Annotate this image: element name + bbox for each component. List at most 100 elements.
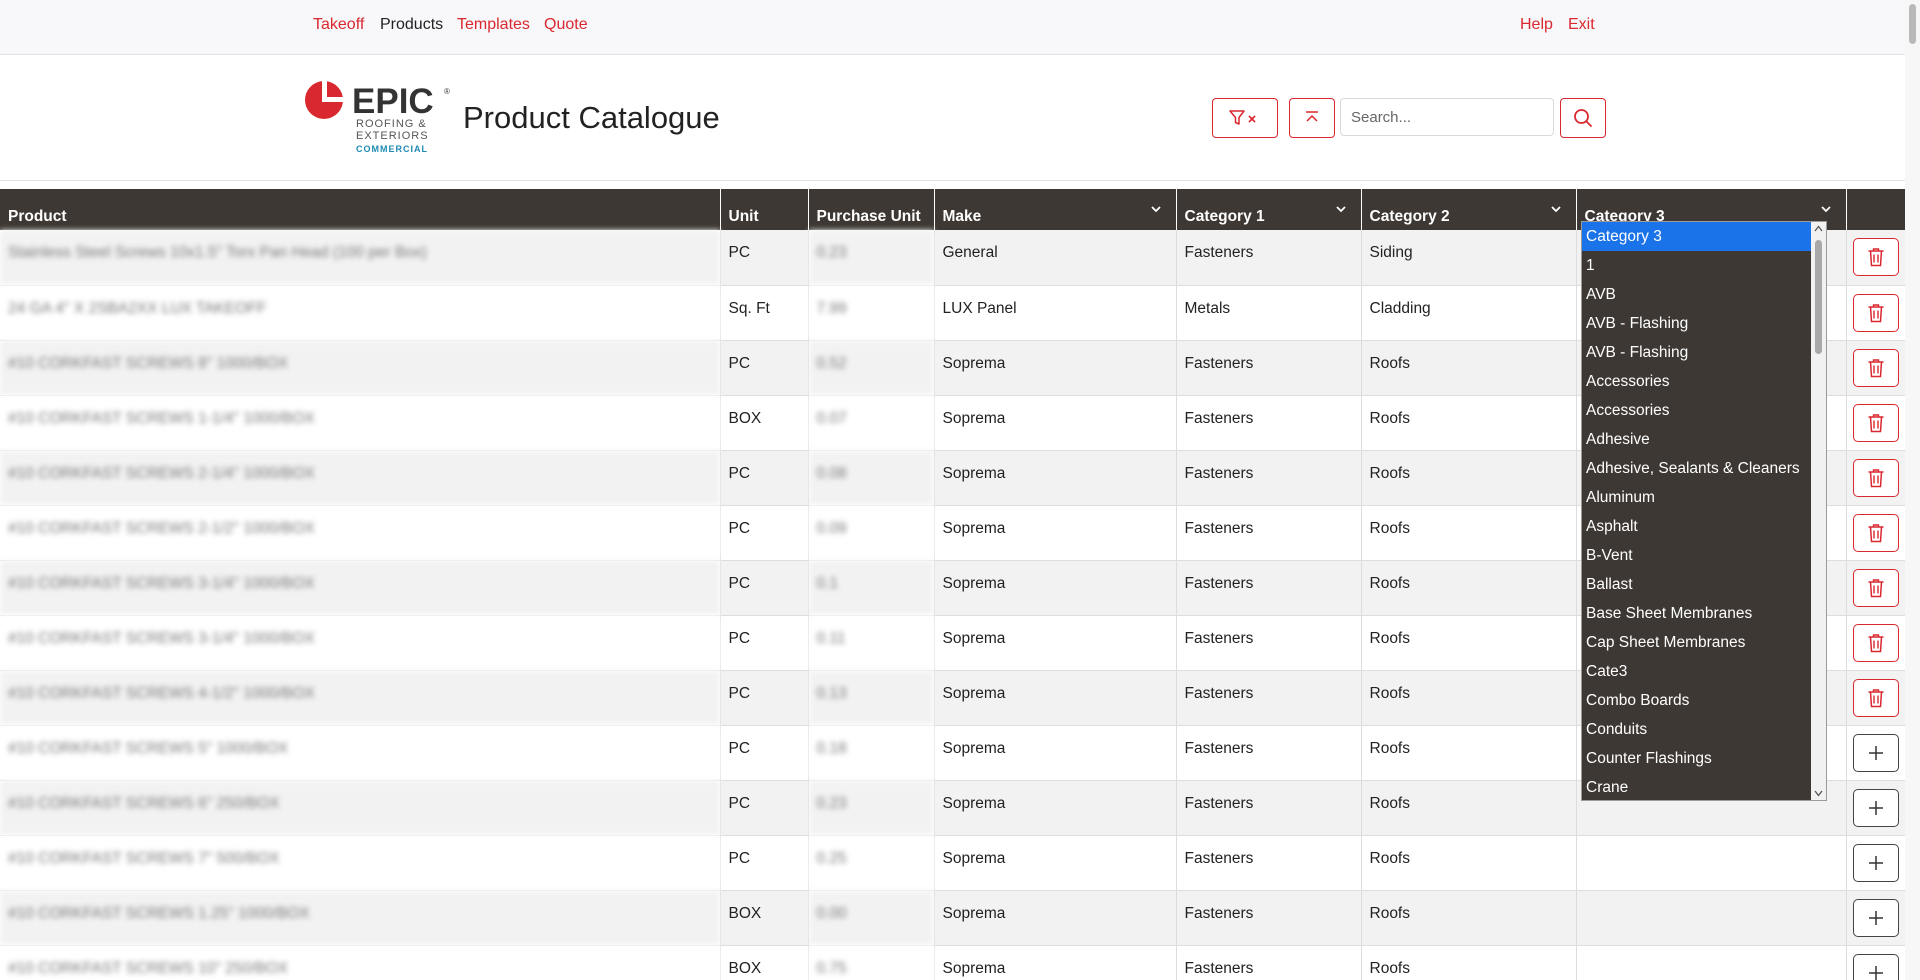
- make-filter-select[interactable]: Make: [934, 189, 1177, 230]
- product-cell: #10 CORKFAST SCREWS 2-1/4" 1000/BOX: [0, 450, 721, 506]
- page-scrollbar[interactable]: [1905, 0, 1920, 980]
- plus-icon: [1868, 800, 1883, 815]
- category3-cell: [1576, 945, 1847, 980]
- nav-takeoff[interactable]: Takeoff: [313, 16, 364, 34]
- product-cell: #10 CORKFAST SCREWS 1-1/4" 1000/BOX: [0, 395, 721, 451]
- category2-cell: Roofs: [1361, 450, 1577, 506]
- make-cell: Soprema: [934, 340, 1177, 396]
- col-header-product[interactable]: Product: [0, 189, 721, 230]
- col-header-unit[interactable]: Unit: [720, 189, 809, 230]
- add-row-button[interactable]: [1852, 843, 1899, 882]
- col-header-actions: [1846, 189, 1906, 230]
- page-scroll-thumb[interactable]: [1909, 4, 1916, 44]
- delete-row-button[interactable]: [1852, 403, 1899, 442]
- delete-row-button[interactable]: [1852, 458, 1899, 497]
- category1-cell: Fasteners: [1176, 615, 1362, 671]
- delete-row-button[interactable]: [1852, 238, 1899, 276]
- unit-cell: PC: [720, 340, 809, 396]
- scroll-down-arrow-icon[interactable]: [1814, 790, 1823, 797]
- dropdown-option[interactable]: Accessories: [1582, 367, 1811, 396]
- dropdown-option[interactable]: Adhesive, Sealants & Cleaners: [1582, 454, 1811, 483]
- add-row-button[interactable]: [1852, 788, 1899, 827]
- nav-help[interactable]: Help: [1520, 16, 1553, 34]
- clear-filter-button[interactable]: [1212, 98, 1278, 138]
- logo-line2: EXTERIORS: [356, 130, 429, 142]
- dropdown-scrollbar[interactable]: [1811, 222, 1826, 800]
- chevron-down-icon: [1550, 206, 1561, 213]
- unit-cell: PC: [720, 780, 809, 836]
- dropdown-options: Category 3 1 AVB AVB - Flashing AVB - Flashi…: [1582, 222, 1826, 800]
- add-row-button[interactable]: [1852, 898, 1899, 937]
- col-header-purchase-unit[interactable]: Purchase Unit: [808, 189, 935, 230]
- dropdown-scroll-thumb[interactable]: [1815, 240, 1822, 354]
- category2-cell: Roofs: [1361, 670, 1577, 726]
- dropdown-option[interactable]: Aluminum: [1582, 483, 1811, 512]
- dropdown-option[interactable]: AVB - Flashing: [1582, 338, 1811, 367]
- product-cell: #10 CORKFAST SCREWS 3-1/4" 1000/BOX: [0, 560, 721, 616]
- category2-cell: Roofs: [1361, 835, 1577, 891]
- category1-cell: Fasteners: [1176, 395, 1362, 451]
- make-cell: Soprema: [934, 615, 1177, 671]
- category3-dropdown-list[interactable]: Category 3 1 AVB AVB - Flashing AVB - Flashi…: [1581, 221, 1827, 801]
- dropdown-option[interactable]: Accessories: [1582, 396, 1811, 425]
- dropdown-option[interactable]: AVB: [1582, 280, 1811, 309]
- table-row[interactable]: #10 CORKFAST SCREWS 1.25" 1000/BOX BOX 0.0…: [0, 890, 1906, 946]
- dropdown-option[interactable]: AVB - Flashing: [1582, 309, 1811, 338]
- table-row[interactable]: #10 CORKFAST SCREWS 10" 250/BOX BOX 0.75 So…: [0, 945, 1906, 980]
- logo-word: EPIC: [352, 82, 434, 121]
- delete-row-button[interactable]: [1852, 293, 1899, 332]
- category1-cell: Metals: [1176, 285, 1362, 341]
- make-cell: Soprema: [934, 395, 1177, 451]
- dropdown-option[interactable]: Conduits: [1582, 715, 1811, 744]
- product-cell: 24 GA 4" X 2SBA2XX LUX TAKEOFF: [0, 285, 721, 341]
- unit-cell: PC: [720, 670, 809, 726]
- dropdown-option[interactable]: Crane: [1582, 773, 1811, 800]
- delete-row-button[interactable]: [1852, 348, 1899, 387]
- row-action-cell: [1846, 560, 1906, 616]
- dropdown-option[interactable]: Asphalt: [1582, 512, 1811, 541]
- dropdown-option[interactable]: Counter Flashings: [1582, 744, 1811, 773]
- product-cell: #10 CORKFAST SCREWS 5" 1000/BOX: [0, 725, 721, 781]
- category1-filter-select[interactable]: Category 1: [1176, 189, 1362, 230]
- delete-row-button[interactable]: [1852, 678, 1899, 717]
- dropdown-option[interactable]: Ballast: [1582, 570, 1811, 599]
- category1-cell: Fasteners: [1176, 780, 1362, 836]
- scroll-up-arrow-icon[interactable]: [1814, 225, 1823, 232]
- dropdown-option[interactable]: Adhesive: [1582, 425, 1811, 454]
- search-input[interactable]: [1340, 98, 1554, 136]
- scroll-top-button[interactable]: [1289, 98, 1335, 138]
- category2-cell: Roofs: [1361, 945, 1577, 980]
- nav-exit[interactable]: Exit: [1568, 16, 1595, 34]
- purchase-unit-cell: 0.52: [808, 340, 935, 396]
- nav-templates[interactable]: Templates: [457, 16, 530, 34]
- unit-cell: PC: [720, 725, 809, 781]
- category1-cell: Fasteners: [1176, 450, 1362, 506]
- logo-line1: ROOFING &: [356, 118, 427, 130]
- logo-line3: COMMERCIAL: [356, 144, 428, 154]
- delete-row-button[interactable]: [1852, 513, 1899, 552]
- table-row[interactable]: #10 CORKFAST SCREWS 7" 500/BOX PC 0.25 Sopr…: [0, 835, 1906, 891]
- nav-products[interactable]: Products: [380, 16, 443, 34]
- dropdown-option[interactable]: Category 3: [1582, 222, 1811, 251]
- dropdown-option[interactable]: Cap Sheet Membranes: [1582, 628, 1811, 657]
- search-button[interactable]: [1560, 98, 1606, 138]
- row-action-cell: [1846, 450, 1906, 506]
- delete-row-button[interactable]: [1852, 623, 1899, 662]
- purchase-unit-cell: 0.13: [808, 670, 935, 726]
- dropdown-option[interactable]: Base Sheet Membranes: [1582, 599, 1811, 628]
- dropdown-option[interactable]: Cate3: [1582, 657, 1811, 686]
- trash-icon: [1868, 578, 1883, 597]
- nav-quote[interactable]: Quote: [544, 16, 588, 34]
- category2-filter-select[interactable]: Category 2: [1361, 189, 1577, 230]
- unit-cell: BOX: [720, 945, 809, 980]
- dropdown-option[interactable]: Combo Boards: [1582, 686, 1811, 715]
- dropdown-option[interactable]: 1: [1582, 251, 1811, 280]
- make-cell: Soprema: [934, 450, 1177, 506]
- add-row-button[interactable]: [1852, 733, 1899, 772]
- delete-row-button[interactable]: [1852, 568, 1899, 607]
- category2-cell: Roofs: [1361, 615, 1577, 671]
- unit-cell: PC: [720, 615, 809, 671]
- unit-cell: BOX: [720, 890, 809, 946]
- dropdown-option[interactable]: B-Vent: [1582, 541, 1811, 570]
- add-row-button[interactable]: [1852, 953, 1899, 980]
